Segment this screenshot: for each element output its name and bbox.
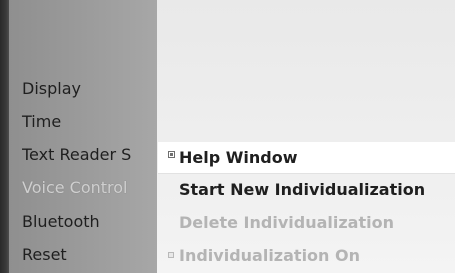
submenu-item-delete-individualization[interactable]: Delete Individualization bbox=[158, 207, 455, 238]
menu-item-label: Voice Control bbox=[22, 178, 128, 197]
menu-item-label: Text Reader S bbox=[22, 145, 132, 164]
settings-menu-panel: Display Time Text Reader S Voice Control… bbox=[9, 0, 157, 273]
checkbox-icon bbox=[168, 252, 174, 258]
selection-indicator-icon bbox=[168, 151, 175, 158]
menu-item-label: Display bbox=[22, 79, 81, 98]
submenu-item-help-window[interactable]: Help Window bbox=[158, 142, 455, 173]
submenu-item-label: Start New Individualization bbox=[179, 180, 426, 199]
voice-control-settings-screen: Display Time Text Reader S Voice Control… bbox=[0, 0, 455, 273]
menu-item-label: Reset bbox=[22, 245, 67, 264]
submenu-item-individualization-on[interactable]: Individualization On bbox=[158, 240, 455, 271]
menu-item-reset[interactable]: Reset bbox=[22, 241, 67, 269]
voice-control-submenu: Help Window Start New Individualization … bbox=[158, 142, 455, 273]
menu-item-text-reader[interactable]: Text Reader S bbox=[22, 141, 157, 169]
menu-item-label: Time bbox=[22, 112, 62, 131]
menu-item-display[interactable]: Display bbox=[22, 75, 81, 103]
left-edge-line bbox=[0, 0, 9, 273]
menu-item-label: Bluetooth bbox=[22, 212, 100, 231]
submenu-item-start-new-individualization[interactable]: Start New Individualization bbox=[158, 174, 455, 205]
menu-item-bluetooth[interactable]: Bluetooth bbox=[22, 208, 100, 236]
menu-item-time[interactable]: Time bbox=[22, 108, 61, 136]
submenu-item-label: Delete Individualization bbox=[179, 213, 394, 232]
menu-item-voice-control[interactable]: Voice Control bbox=[22, 174, 128, 202]
submenu-item-label: Individualization On bbox=[179, 246, 360, 265]
submenu-item-label: Help Window bbox=[179, 148, 298, 167]
